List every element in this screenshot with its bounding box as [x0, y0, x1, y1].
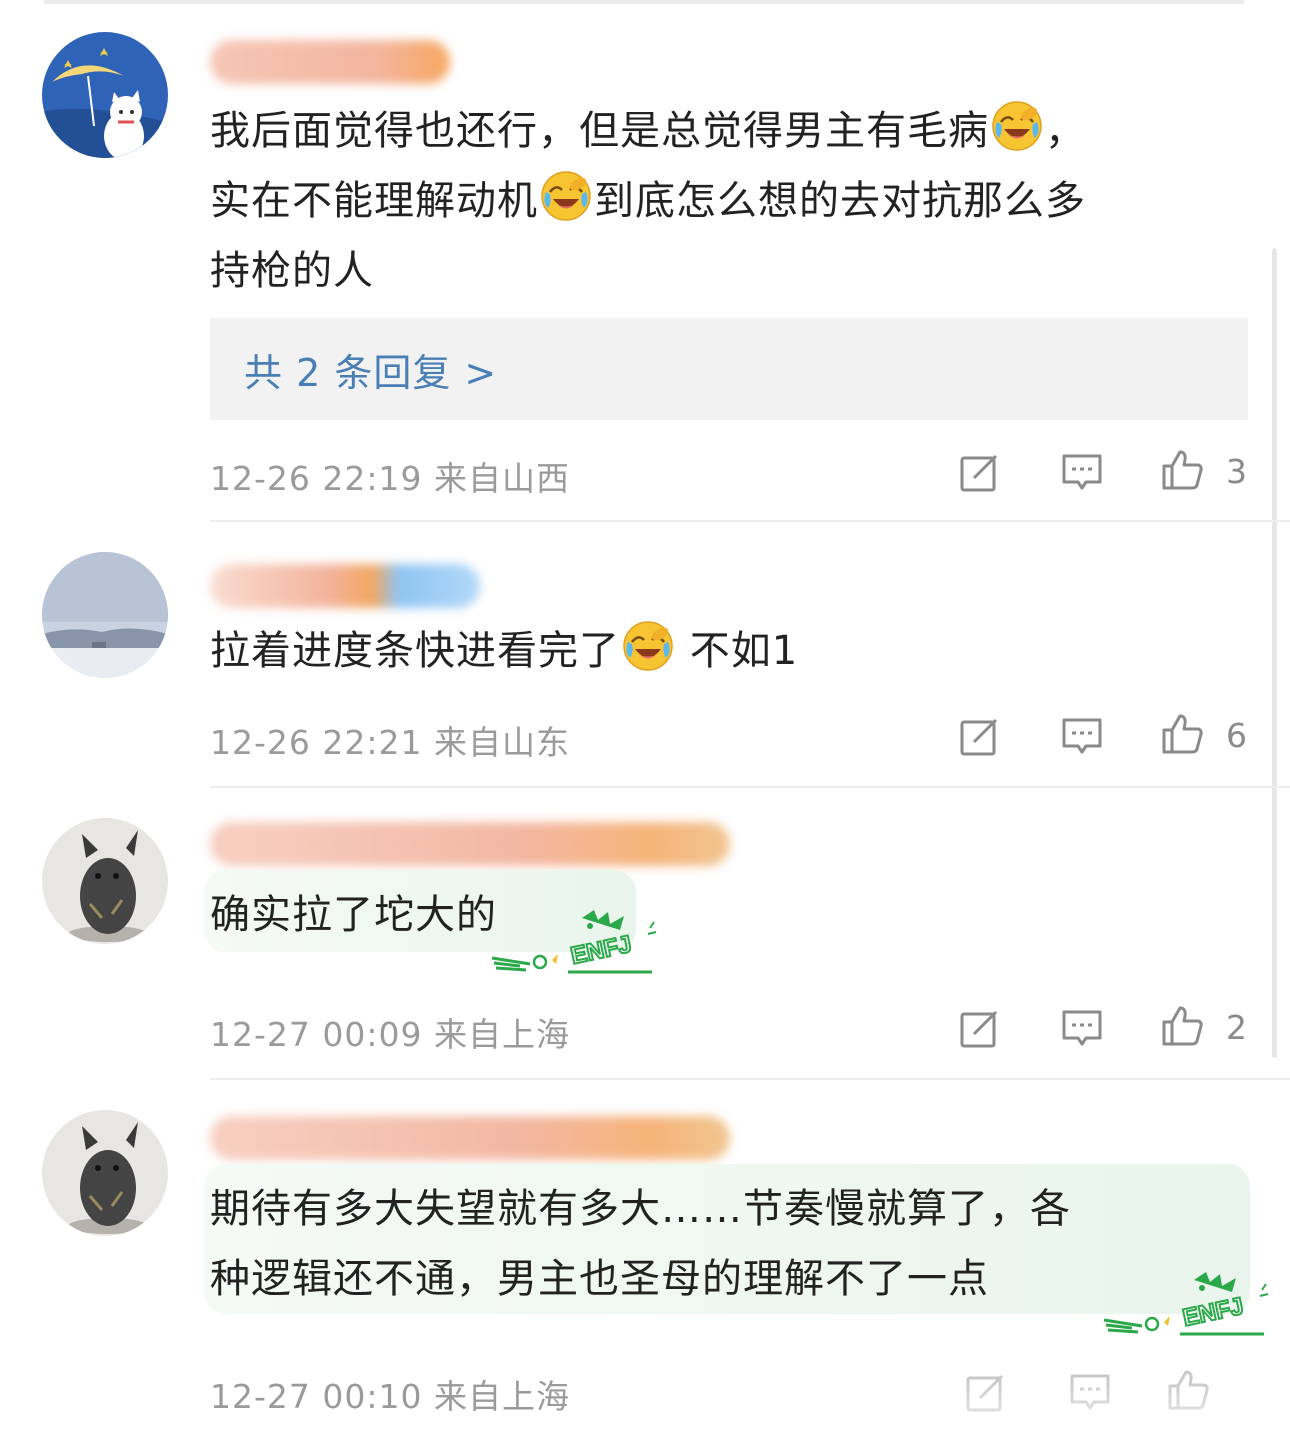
location: 来自上海 — [433, 1377, 570, 1416]
comment-text: 我后面觉得也还行，但是总觉得男主有毛病 ， 实在不能理解动机 到底怎么想的去对抗那么… — [210, 96, 1250, 306]
avatar[interactable] — [42, 552, 168, 678]
thumbs-up-icon[interactable] — [1160, 712, 1204, 756]
comment-meta: 12-26 22:21 来自山东 — [210, 716, 570, 764]
comment-meta: 12-26 22:19 来自山西 — [210, 452, 570, 500]
avatar[interactable] — [42, 818, 168, 944]
timestamp: 12-27 00:09 — [210, 1015, 423, 1054]
comment-text-part: 持枪的人 — [210, 248, 374, 294]
comment-text-part: 期待有多大失望就有多大……节奏慢就算了，各 — [210, 1186, 1071, 1232]
share-icon[interactable] — [958, 450, 1002, 494]
username-blurred[interactable] — [210, 564, 480, 608]
location: 来自上海 — [433, 1015, 570, 1054]
replies-link[interactable]: 共 2 条回复 > — [244, 342, 497, 397]
timestamp: 12-26 22:21 — [210, 723, 423, 762]
share-icon[interactable] — [958, 714, 1002, 758]
comment-text-part: 我后面觉得也还行，但是总觉得男主有毛病 — [210, 108, 989, 154]
laughing-crying-emoji-icon — [622, 620, 674, 672]
bottom-fade — [940, 1380, 1290, 1433]
laughing-crying-emoji-icon — [991, 100, 1043, 152]
comment-text: 期待有多大失望就有多大……节奏慢就算了，各 种逻辑还不通，男主也圣母的理解不了一… — [210, 1174, 1250, 1314]
thumbs-up-icon[interactable] — [1160, 448, 1204, 492]
comment-text-part: 到底怎么想的去对抗那么多 — [594, 178, 1086, 224]
top-divider — [44, 0, 1244, 4]
comment-icon[interactable] — [1060, 450, 1104, 494]
comment-icon[interactable] — [1060, 714, 1104, 758]
comment-text-part: 种逻辑还不通，男主也圣母的理解不了一点 — [210, 1256, 989, 1302]
location: 来自山西 — [433, 459, 570, 498]
avatar[interactable] — [42, 1110, 168, 1236]
enfj-badge-icon — [490, 908, 660, 978]
enfj-badge-icon — [1102, 1270, 1272, 1340]
comment-text-part: 确实拉了坨大的 — [210, 892, 497, 938]
location: 来自山东 — [433, 723, 570, 762]
share-icon[interactable] — [958, 1006, 1002, 1050]
username-blurred[interactable] — [210, 1116, 730, 1160]
comment-text-part: 实在不能理解动机 — [210, 178, 538, 224]
comment-meta: 12-27 00:10 来自上海 — [210, 1370, 570, 1418]
like-count: 2 — [1226, 1008, 1247, 1047]
username-blurred[interactable] — [210, 822, 730, 866]
divider — [210, 1078, 1290, 1080]
laughing-crying-emoji-icon — [540, 170, 592, 222]
comment-meta: 12-27 00:09 来自上海 — [210, 1008, 570, 1056]
comment-text: 拉着进度条快进看完了 不如1 — [210, 616, 1250, 686]
comment-icon[interactable] — [1060, 1006, 1104, 1050]
divider — [210, 786, 1290, 788]
username-blurred[interactable] — [210, 40, 450, 84]
divider — [210, 520, 1290, 522]
timestamp: 12-27 00:10 — [210, 1377, 423, 1416]
comment-text-part: 不如1 — [676, 628, 799, 674]
comment-text-part: ， — [1045, 108, 1086, 154]
avatar[interactable] — [42, 32, 168, 158]
thumbs-up-icon[interactable] — [1160, 1004, 1204, 1048]
like-count: 6 — [1226, 716, 1247, 755]
scrollbar[interactable] — [1272, 248, 1277, 1058]
comment-text-part: 拉着进度条快进看完了 — [210, 628, 620, 674]
timestamp: 12-26 22:19 — [210, 459, 423, 498]
replies-box[interactable]: 共 2 条回复 > — [210, 318, 1248, 420]
like-count: 3 — [1226, 452, 1247, 491]
comment-text: 确实拉了坨大的 — [210, 880, 1250, 950]
